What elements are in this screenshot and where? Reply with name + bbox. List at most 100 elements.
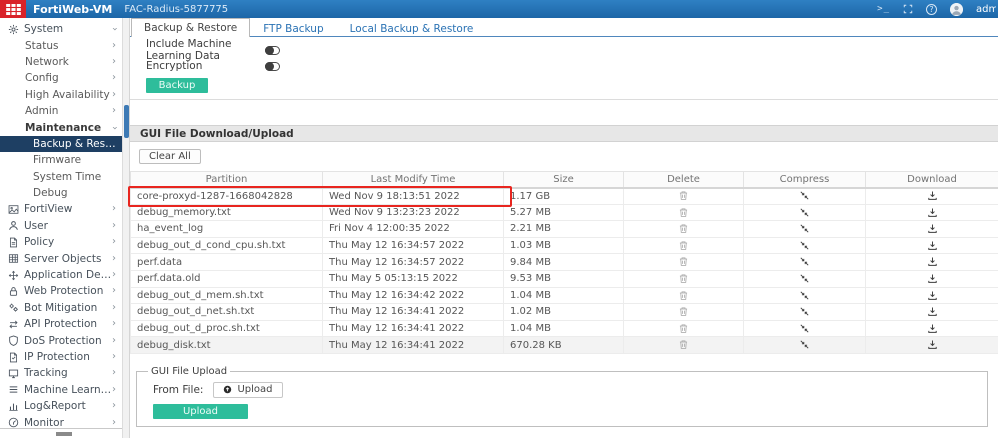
delete-button[interactable]	[678, 323, 689, 334]
sidebar-item-tracking[interactable]: Tracking›	[0, 365, 122, 381]
scrollbar-thumb[interactable]	[56, 432, 72, 436]
list-icon	[8, 384, 19, 395]
last-modify-time-cell: Thu May 5 05:13:15 2022	[323, 270, 504, 287]
compress-button[interactable]	[799, 273, 810, 284]
partition-cell: perf.data	[131, 254, 323, 271]
last-modify-time-cell: Thu May 12 16:34:42 2022	[323, 287, 504, 304]
delete-button[interactable]	[678, 223, 689, 234]
sidebar-item-label: Maintenance	[25, 122, 101, 134]
sidebar-item-log-report[interactable]: Log&Report›	[0, 398, 122, 414]
delete-button[interactable]	[678, 207, 689, 218]
scrollbar-thumb[interactable]	[124, 105, 129, 138]
sidebar-item-system[interactable]: System›	[0, 21, 122, 37]
download-icon	[927, 323, 938, 334]
delete-button[interactable]	[678, 306, 689, 317]
gauge-icon	[8, 417, 19, 428]
delete-button-cell	[624, 237, 744, 254]
table-row: ha_event_logFri Nov 4 12:00:35 20222.21 …	[131, 221, 998, 238]
sidebar-item-maintenance[interactable]: Maintenance ›	[0, 119, 122, 135]
compress-button[interactable]	[799, 323, 810, 334]
file-picker-button[interactable]: Upload	[213, 382, 282, 398]
encryption-toggle[interactable]	[265, 62, 280, 71]
sidebar-item-status[interactable]: Status›	[0, 37, 122, 53]
avatar-icon[interactable]	[950, 3, 963, 16]
sidebar-vertical-scrollbar[interactable]	[122, 18, 130, 438]
sidebar-item-bot-mitigation[interactable]: Bot Mitigation›	[0, 300, 122, 316]
download-button[interactable]	[927, 256, 938, 267]
trash-icon	[678, 256, 689, 267]
username[interactable]: admin	[976, 4, 996, 15]
download-button-cell	[866, 287, 998, 304]
download-button[interactable]	[927, 306, 938, 317]
chevron-right-icon: ›	[112, 385, 116, 395]
sidebar-item-admin[interactable]: Admin›	[0, 103, 122, 119]
compress-button[interactable]	[799, 339, 810, 350]
download-button[interactable]	[927, 190, 938, 201]
download-button[interactable]	[927, 290, 938, 301]
delete-button[interactable]	[678, 256, 689, 267]
compress-button[interactable]	[799, 240, 810, 251]
sidebar-item-fortiview[interactable]: FortiView›	[0, 201, 122, 217]
download-button[interactable]	[927, 207, 938, 218]
compress-button[interactable]	[799, 190, 810, 201]
tab-backup-restore[interactable]: Backup & Restore	[131, 18, 250, 37]
column-header-size: Size	[504, 172, 624, 188]
compress-button-cell	[744, 188, 866, 205]
download-button[interactable]	[927, 273, 938, 284]
upload-button[interactable]: Upload	[153, 404, 248, 419]
column-header-compress: Compress	[744, 172, 866, 188]
sidebar-item-ip-protection[interactable]: IP Protection›	[0, 349, 122, 365]
compress-button[interactable]	[799, 256, 810, 267]
size-cell: 1.03 MB	[504, 237, 624, 254]
delete-button[interactable]	[678, 190, 689, 201]
cli-console-icon[interactable]: >_	[877, 4, 890, 14]
compress-icon	[799, 273, 810, 284]
chevron-down-icon: ›	[109, 126, 119, 130]
chevron-right-icon: ›	[112, 237, 116, 247]
device-name: FAC-Radius-5877775	[124, 4, 228, 15]
sidebar-item-config[interactable]: Config›	[0, 70, 122, 86]
sidebar-item-debug[interactable]: Debug	[0, 185, 122, 201]
sidebar-item-user[interactable]: User›	[0, 218, 122, 234]
sidebar-item-api-protection[interactable]: API Protection›	[0, 316, 122, 332]
download-button[interactable]	[927, 323, 938, 334]
sidebar-item-application-delivery[interactable]: Application Delivery›	[0, 267, 122, 283]
help-icon[interactable]: ?	[926, 4, 937, 15]
sidebar-item-label: Monitor	[24, 417, 64, 429]
sidebar-item-web-protection[interactable]: Web Protection›	[0, 283, 122, 299]
sidebar-item-network[interactable]: Network›	[0, 54, 122, 70]
delete-button[interactable]	[678, 240, 689, 251]
include-ml-data-toggle[interactable]	[265, 46, 280, 55]
size-cell: 9.53 MB	[504, 270, 624, 287]
compress-button[interactable]	[799, 290, 810, 301]
download-button[interactable]	[927, 223, 938, 234]
sidebar-horizontal-scrollbar[interactable]	[0, 428, 122, 438]
sidebar-item-dos-protection[interactable]: DoS Protection›	[0, 332, 122, 348]
compress-button[interactable]	[799, 223, 810, 234]
table-row: perf.data.oldThu May 5 05:13:15 20229.53…	[131, 270, 998, 287]
delete-button[interactable]	[678, 273, 689, 284]
tab-local-backup-restore[interactable]: Local Backup & Restore	[337, 20, 487, 36]
sidebar-item-server-objects[interactable]: Server Objects›	[0, 250, 122, 266]
sidebar-item-machine-learning[interactable]: Machine Learning›	[0, 382, 122, 398]
download-button[interactable]	[927, 339, 938, 350]
compress-button-cell	[744, 287, 866, 304]
sidebar-item-backup-restore[interactable]: Backup & Restore	[0, 136, 122, 152]
sidebar-item-label: Status	[25, 40, 58, 52]
download-button[interactable]	[927, 240, 938, 251]
sidebar-item-policy[interactable]: Policy›	[0, 234, 122, 250]
sidebar-item-system-time[interactable]: System Time	[0, 169, 122, 185]
fullscreen-icon[interactable]	[903, 4, 913, 14]
sidebar-item-high-availability[interactable]: High Availability›	[0, 87, 122, 103]
compress-button-cell	[744, 221, 866, 238]
delete-button[interactable]	[678, 339, 689, 350]
section-title: GUI File Download/Upload	[140, 128, 294, 140]
sidebar-item-firmware[interactable]: Firmware	[0, 152, 122, 168]
compress-button[interactable]	[799, 306, 810, 317]
size-cell: 1.04 MB	[504, 287, 624, 304]
tab-ftp-backup[interactable]: FTP Backup	[250, 20, 336, 36]
backup-button[interactable]: Backup	[146, 78, 208, 93]
compress-button[interactable]	[799, 207, 810, 218]
delete-button[interactable]	[678, 290, 689, 301]
clear-all-button[interactable]: Clear All	[139, 149, 201, 164]
